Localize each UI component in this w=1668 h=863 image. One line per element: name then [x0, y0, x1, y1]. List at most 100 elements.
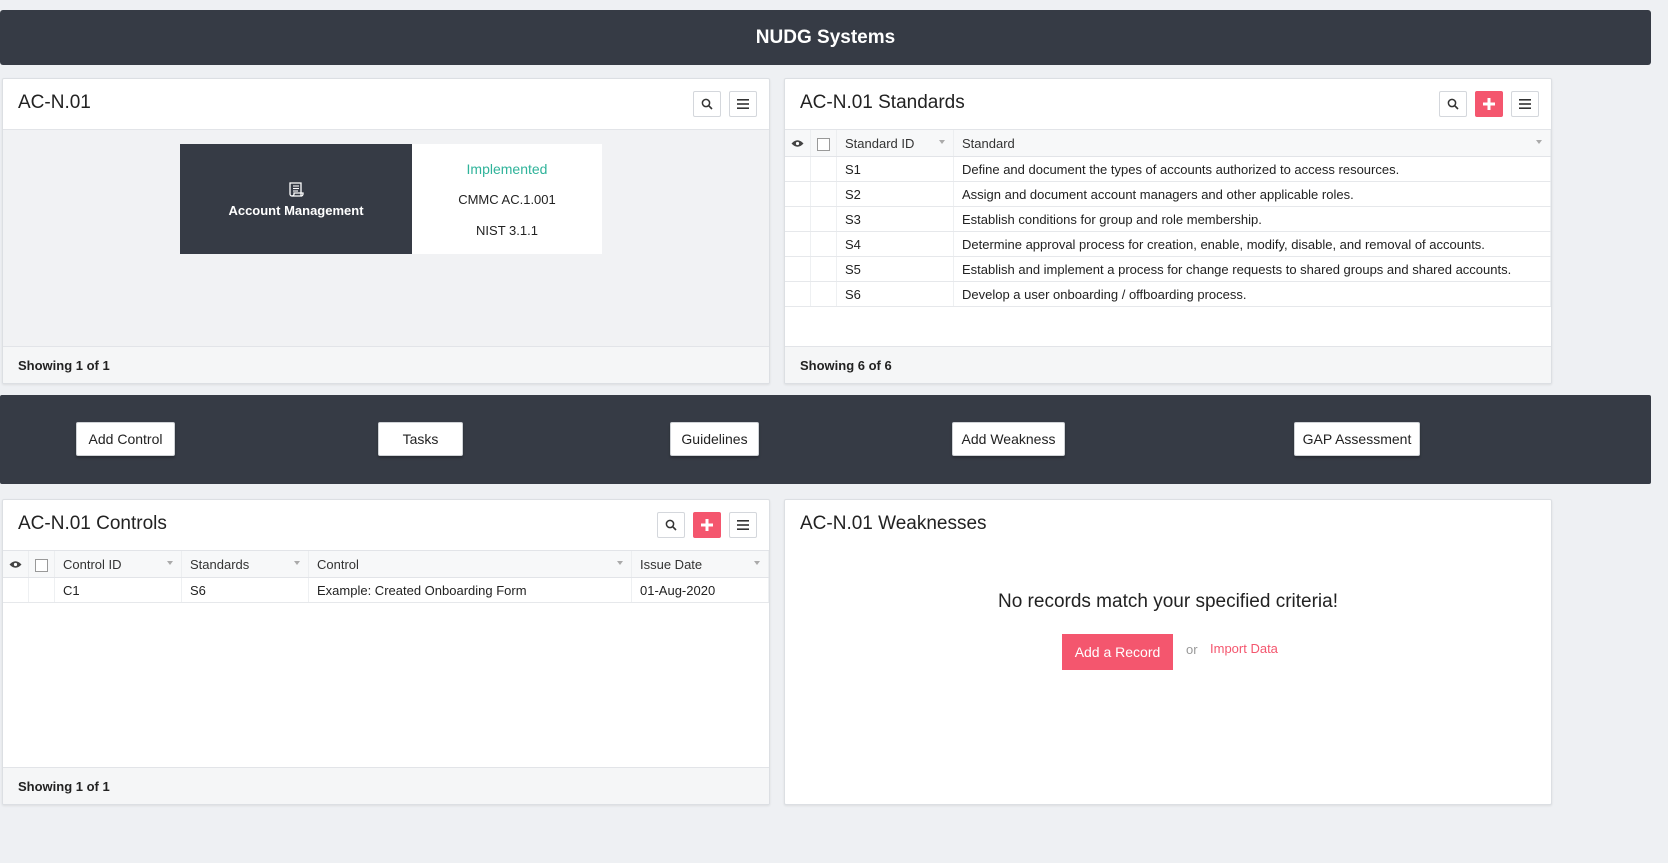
panel-header: AC-N.01 Standards — [785, 79, 1551, 130]
standard-id-cell: S1 — [836, 156, 954, 182]
standard-text-cell: Determine approval process for creation,… — [953, 231, 1551, 257]
nist-reference: NIST 3.1.1 — [476, 223, 538, 238]
hamburger-menu-icon — [737, 99, 749, 109]
controls-panel: AC-N.01 Controls Control ID Standards Co… — [2, 499, 770, 805]
table-row[interactable]: S3 Establish conditions for group and rol… — [785, 206, 1551, 232]
panel-footer: Showing 1 of 1 — [3, 346, 769, 383]
standard-id-cell: S4 — [836, 231, 954, 257]
table-row[interactable]: S5 Establish and implement a process for … — [785, 256, 1551, 282]
column-header-standard[interactable]: Standard — [953, 130, 1551, 157]
select-all-column[interactable] — [28, 551, 55, 578]
panel-title: AC-N.01 Standards — [800, 92, 965, 113]
column-label: Control — [317, 556, 359, 572]
gap-assessment-button[interactable]: GAP Assessment — [1294, 422, 1420, 456]
search-icon — [665, 519, 677, 531]
standard-text-cell: Assign and document account managers and… — [953, 181, 1551, 207]
search-button[interactable] — [1439, 91, 1467, 117]
add-button[interactable] — [693, 512, 721, 538]
import-data-link[interactable]: Import Data — [1210, 641, 1278, 656]
panel-title: AC-N.01 Controls — [18, 513, 167, 534]
cmmc-reference: CMMC AC.1.001 — [458, 192, 556, 207]
search-icon — [701, 98, 713, 110]
standards-cell: S6 — [181, 577, 309, 603]
table-row[interactable]: C1 S6 Example: Created Onboarding Form 01-A… — [3, 577, 769, 603]
control-cell: Example: Created Onboarding Form — [308, 577, 632, 603]
select-cell[interactable] — [810, 281, 837, 307]
panel-footer: Showing 1 of 1 — [3, 767, 769, 804]
table-row[interactable]: S4 Determine approval process for creatio… — [785, 231, 1551, 257]
sort-caret-icon — [1536, 140, 1542, 144]
status-label: Implemented — [466, 161, 548, 177]
standards-table: Standard ID Standard S1 Define and docume… — [785, 130, 1551, 307]
control-card-details: Implemented CMMC AC.1.001 NIST 3.1.1 — [412, 144, 602, 254]
add-button[interactable] — [1475, 91, 1503, 117]
scroll-icon — [289, 182, 304, 197]
plus-icon — [1483, 98, 1495, 110]
standard-text-cell: Establish and implement a process for ch… — [953, 256, 1551, 282]
control-card-title[interactable]: Account Management — [180, 144, 412, 254]
visibility-column[interactable] — [785, 130, 811, 157]
column-header-standard-id[interactable]: Standard ID — [836, 130, 954, 157]
column-label: Control ID — [63, 556, 122, 572]
plus-icon — [701, 519, 713, 531]
select-all-checkbox[interactable] — [35, 558, 48, 572]
search-icon — [1447, 98, 1459, 110]
add-control-button[interactable]: Add Control — [76, 422, 175, 456]
visibility-cell — [785, 206, 811, 232]
empty-state-message: No records match your specified criteria… — [997, 591, 1338, 612]
panel-header: AC-N.01 Weaknesses — [785, 500, 1551, 550]
select-cell[interactable] — [810, 181, 837, 207]
sort-caret-icon — [939, 140, 945, 144]
sort-caret-icon — [294, 561, 300, 565]
select-cell[interactable] — [810, 206, 837, 232]
table-row[interactable]: S2 Assign and document account managers a… — [785, 181, 1551, 207]
guidelines-button[interactable]: Guidelines — [670, 422, 759, 456]
weaknesses-panel: AC-N.01 Weaknesses No records match your… — [784, 499, 1552, 805]
control-name: Account Management — [228, 203, 364, 218]
hamburger-menu-icon — [737, 520, 749, 530]
table-header-row: Standard ID Standard — [785, 130, 1551, 157]
panel-header: AC-N.01 — [3, 79, 769, 130]
select-cell[interactable] — [810, 156, 837, 182]
select-cell[interactable] — [810, 231, 837, 257]
add-record-button[interactable]: Add a Record — [1062, 634, 1173, 670]
column-header-control[interactable]: Control — [308, 551, 632, 578]
select-all-column[interactable] — [810, 130, 837, 157]
standard-id-cell: S6 — [836, 281, 954, 307]
menu-button[interactable] — [729, 512, 757, 538]
standard-text-cell: Define and document the types of account… — [953, 156, 1551, 182]
issue-date-cell: 01-Aug-2020 — [631, 577, 769, 603]
search-button[interactable] — [693, 91, 721, 117]
column-label: Standard — [962, 135, 1015, 151]
select-cell[interactable] — [810, 256, 837, 282]
menu-button[interactable] — [729, 91, 757, 117]
visibility-cell — [785, 231, 811, 257]
menu-button[interactable] — [1511, 91, 1539, 117]
table-row[interactable]: S6 Develop a user onboarding / offboardin… — [785, 281, 1551, 307]
column-header-control-id[interactable]: Control ID — [54, 551, 182, 578]
tasks-button[interactable]: Tasks — [378, 422, 463, 456]
table-header-row: Control ID Standards Control Issue Date — [3, 551, 769, 578]
visibility-column[interactable] — [3, 551, 29, 578]
select-all-checkbox[interactable] — [817, 137, 830, 151]
table-row[interactable]: S1 Define and document the types of accou… — [785, 156, 1551, 182]
standard-text-cell: Develop a user onboarding / offboarding … — [953, 281, 1551, 307]
visibility-cell — [785, 181, 811, 207]
eye-icon — [9, 560, 22, 568]
standard-text-cell: Establish conditions for group and role … — [953, 206, 1551, 232]
search-button[interactable] — [657, 512, 685, 538]
eye-icon — [791, 139, 804, 147]
standard-id-cell: S3 — [836, 206, 954, 232]
action-bar: Add Control Tasks Guidelines Add Weaknes… — [0, 395, 1651, 484]
panel-title: AC-N.01 — [18, 92, 91, 113]
column-label: Standards — [190, 556, 250, 572]
visibility-cell — [3, 577, 29, 603]
column-header-issue-date[interactable]: Issue Date — [631, 551, 769, 578]
select-cell[interactable] — [28, 577, 55, 603]
add-weakness-button[interactable]: Add Weakness — [952, 422, 1065, 456]
column-header-standards[interactable]: Standards — [181, 551, 309, 578]
panel-footer: Showing 6 of 6 — [785, 346, 1551, 383]
panel-header: AC-N.01 Controls — [3, 500, 769, 551]
sort-caret-icon — [754, 561, 760, 565]
sort-caret-icon — [617, 561, 623, 565]
